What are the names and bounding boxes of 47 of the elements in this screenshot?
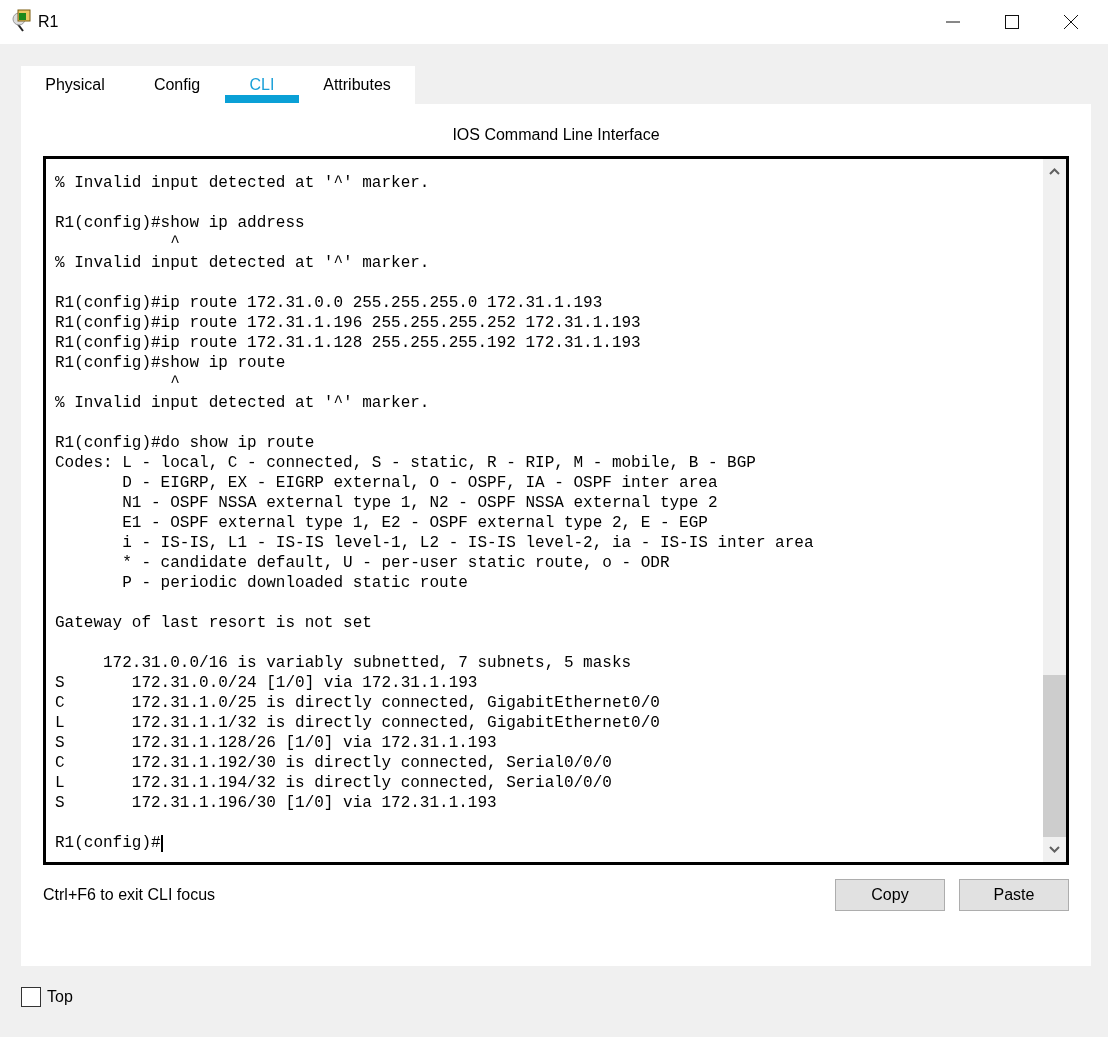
router-magnifier-icon — [10, 8, 34, 32]
close-icon[interactable] — [1063, 14, 1079, 30]
window-title: R1 — [38, 13, 59, 31]
terminal-line: L 172.31.1.194/32 is directly connected, Serial0/0/0 — [55, 773, 613, 793]
tab[interactable]: Attributes — [299, 66, 415, 104]
terminal-line: D - EIGRP, EX - EIGRP external, O - OSPF, IA - OSPF inter area — [121, 473, 719, 493]
terminal-line: 172.31.0.0/16 is variably subnetted, 7 subnets, 5 masks — [102, 653, 633, 673]
terminal-line: S 172.31.1.128/26 [1/0] via 172.31.1.193 — [55, 733, 498, 753]
terminal-line: % Invalid input detected at '^' marker. — [55, 253, 431, 273]
terminal-line: C 172.31.1.192/30 is directly connected, Serial0/0/0 — [55, 753, 613, 773]
terminal-line: % Invalid input detected at '^' marker. — [55, 393, 431, 413]
terminal-line: N1 - OSPF NSSA external type 1, N2 - OSPF NSSA external type 2 — [121, 493, 719, 513]
terminal-line: ^ — [169, 233, 181, 253]
terminal-line: Gateway of last resort is not set — [55, 613, 373, 633]
terminal-line: R1(config)#show ip route — [55, 353, 287, 373]
checkbox-label[interactable]: Top — [47, 988, 73, 1006]
terminal-console[interactable] — [43, 156, 1069, 865]
terminal-line: % Invalid input detected at '^' marker. — [55, 173, 431, 193]
tab[interactable]: Config — [129, 66, 225, 104]
tab[interactable]: Physical — [21, 66, 129, 104]
terminal-line: * - candidate default, U - per-user static route, o - ODR — [121, 553, 671, 573]
terminal-line: S 172.31.1.196/30 [1/0] via 172.31.1.193 — [55, 793, 498, 813]
terminal-line: S 172.31.0.0/24 [1/0] via 172.31.1.193 — [55, 673, 479, 693]
terminal-line: R1(config)#ip route 172.31.1.196 255.255.255.252 172.31.1.193 — [55, 313, 642, 333]
vertical-scrollbar[interactable] — [1043, 159, 1066, 862]
terminal-line: R1(config)#ip route 172.31.1.128 255.255.255.192 172.31.1.193 — [55, 333, 642, 353]
terminal-line: R1(config)#show ip address — [55, 213, 306, 233]
panel-heading: IOS Command Line Interface — [451, 125, 661, 145]
terminal-line: L 172.31.1.1/32 is directly connected, GigabitEthernet0/0 — [55, 713, 661, 733]
scrollbar-thumb[interactable] — [1043, 675, 1066, 837]
terminal-line: E1 - OSPF external type 1, E2 - OSPF external type 2, E - EGP — [121, 513, 709, 533]
focus-hint: Ctrl+F6 to exit CLI focus — [43, 886, 216, 904]
terminal-line: R1(config)#do show ip route — [55, 433, 316, 453]
scroll-up-icon[interactable] — [1049, 168, 1060, 175]
terminal-line: C 172.31.1.0/25 is directly connected, GigabitEthernet0/0 — [55, 693, 661, 713]
terminal-line: R1(config)#ip route 172.31.0.0 255.255.255.0 172.31.1.193 — [55, 293, 604, 313]
maximize-icon[interactable] — [1004, 14, 1020, 30]
terminal-line: P - periodic downloaded static route — [121, 573, 469, 593]
scroll-down-icon[interactable] — [1049, 846, 1060, 853]
action-button[interactable]: Copy — [835, 879, 945, 911]
terminal-line: i - IS-IS, L1 - IS-IS level-1, L2 - IS-IS level-2, ia - IS-IS inter area — [121, 533, 815, 553]
terminal-line: ^ — [169, 373, 181, 393]
top-checkbox[interactable] — [21, 987, 41, 1007]
terminal-line: Codes: L - local, C - connected, S - static, R - RIP, M - mobile, B - BGP — [55, 453, 757, 473]
text-cursor — [160, 834, 163, 852]
terminal-prompt: R1(config)# — [55, 833, 161, 853]
action-button[interactable]: Paste — [959, 879, 1069, 911]
